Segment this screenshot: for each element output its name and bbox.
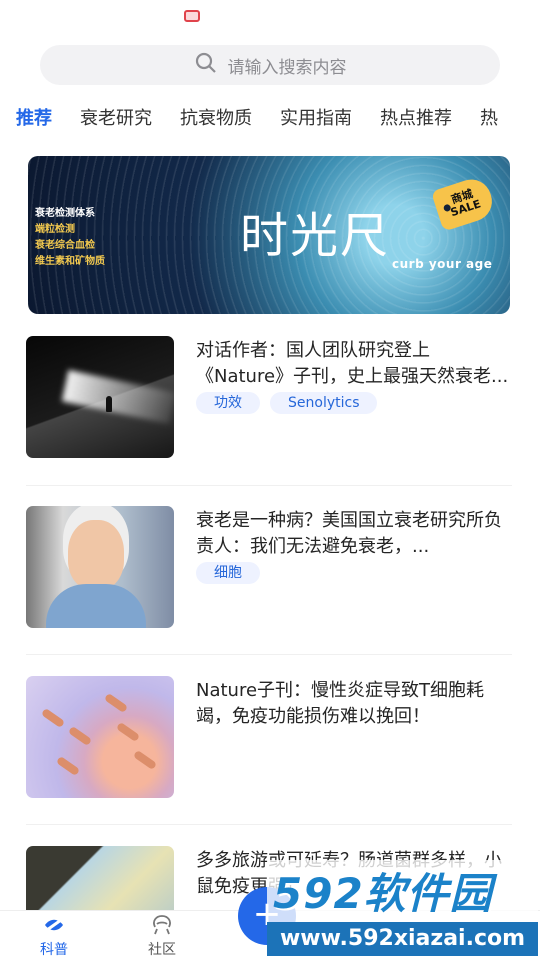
community-icon: [132, 913, 192, 937]
tab-hot-partial[interactable]: 热: [480, 103, 498, 147]
banner-service-title: 衰老检测体系: [35, 208, 95, 219]
banner-service-item: 维生素和矿物质: [35, 256, 105, 267]
nav-community-label: 社区: [148, 942, 176, 958]
article-tag[interactable]: 功效: [196, 392, 260, 414]
article-thumbnail[interactable]: [26, 676, 174, 798]
nav-community[interactable]: 社区: [132, 913, 192, 959]
article-title[interactable]: Nature子刊：慢性炎症导致T细胞耗竭，免疫功能损伤难以挽回！: [196, 678, 512, 730]
banner-service-item: 衰老综合血检: [35, 240, 95, 251]
tab-aging-research[interactable]: 衰老研究: [80, 103, 152, 147]
notification-status-icon: [184, 10, 200, 22]
promo-banner[interactable]: 衰老检测体系 端粒检测 衰老综合血检 维生素和矿物质 时光尺 curb your…: [28, 156, 510, 314]
science-icon: [24, 913, 84, 937]
article-tag[interactable]: Senolytics: [270, 392, 378, 414]
article-title[interactable]: 衰老是一种病？美国国立衰老研究所负责人：我们无法避免衰老，...: [196, 508, 512, 560]
article-card[interactable]: Nature子刊：慢性炎症导致T细胞耗竭，免疫功能损伤难以挽回！: [26, 676, 512, 798]
article-card[interactable]: 对话作者：国人团队研究登上《Nature》子刊，史上最强天然衰老... 功效 S…: [26, 336, 512, 458]
article-thumbnail[interactable]: [26, 336, 174, 458]
nav-science[interactable]: 科普: [24, 913, 84, 959]
search-icon: [194, 51, 218, 80]
tab-hot-recommend[interactable]: 热点推荐: [380, 103, 452, 147]
portrait-shirt: [46, 584, 146, 628]
article-tags: 细胞: [196, 562, 260, 584]
tab-anti-aging-substances[interactable]: 抗衰物质: [180, 103, 252, 147]
search-placeholder[interactable]: 请输入搜索内容: [228, 53, 347, 78]
divider: [26, 654, 512, 655]
tab-recommend[interactable]: 推荐: [16, 103, 52, 147]
article-tag[interactable]: 细胞: [196, 562, 260, 584]
divider: [26, 485, 512, 486]
watermark-brand: 592软件园: [273, 869, 493, 918]
banner-service-item: 端粒检测: [35, 224, 75, 235]
portrait-face: [68, 520, 124, 590]
banner-slogan: curb your age: [392, 257, 493, 271]
article-card[interactable]: 衰老是一种病？美国国立衰老研究所负责人：我们无法避免衰老，... 细胞: [26, 506, 512, 628]
article-title[interactable]: 对话作者：国人团队研究登上《Nature》子刊，史上最强天然衰老...: [196, 338, 512, 390]
article-thumbnail[interactable]: [26, 506, 174, 628]
divider: [26, 824, 512, 825]
watermark-url: www.592xiazai.com: [267, 922, 538, 956]
category-tabs: 推荐 衰老研究 抗衰物质 实用指南 热点推荐 热: [0, 103, 540, 147]
source-watermark: 592软件园 www.592xiazai.com: [267, 860, 538, 956]
sale-tag-icon: 商城 SALE: [430, 174, 498, 232]
nav-science-label: 科普: [40, 942, 68, 958]
article-tags: 功效 Senolytics: [196, 392, 378, 414]
banner-title: 时光尺: [240, 208, 391, 264]
search-bar[interactable]: 请输入搜索内容: [40, 45, 500, 85]
banner-service-list: 衰老检测体系 端粒检测 衰老综合血检 维生素和矿物质: [35, 206, 105, 270]
tab-practical-guide[interactable]: 实用指南: [280, 103, 352, 147]
